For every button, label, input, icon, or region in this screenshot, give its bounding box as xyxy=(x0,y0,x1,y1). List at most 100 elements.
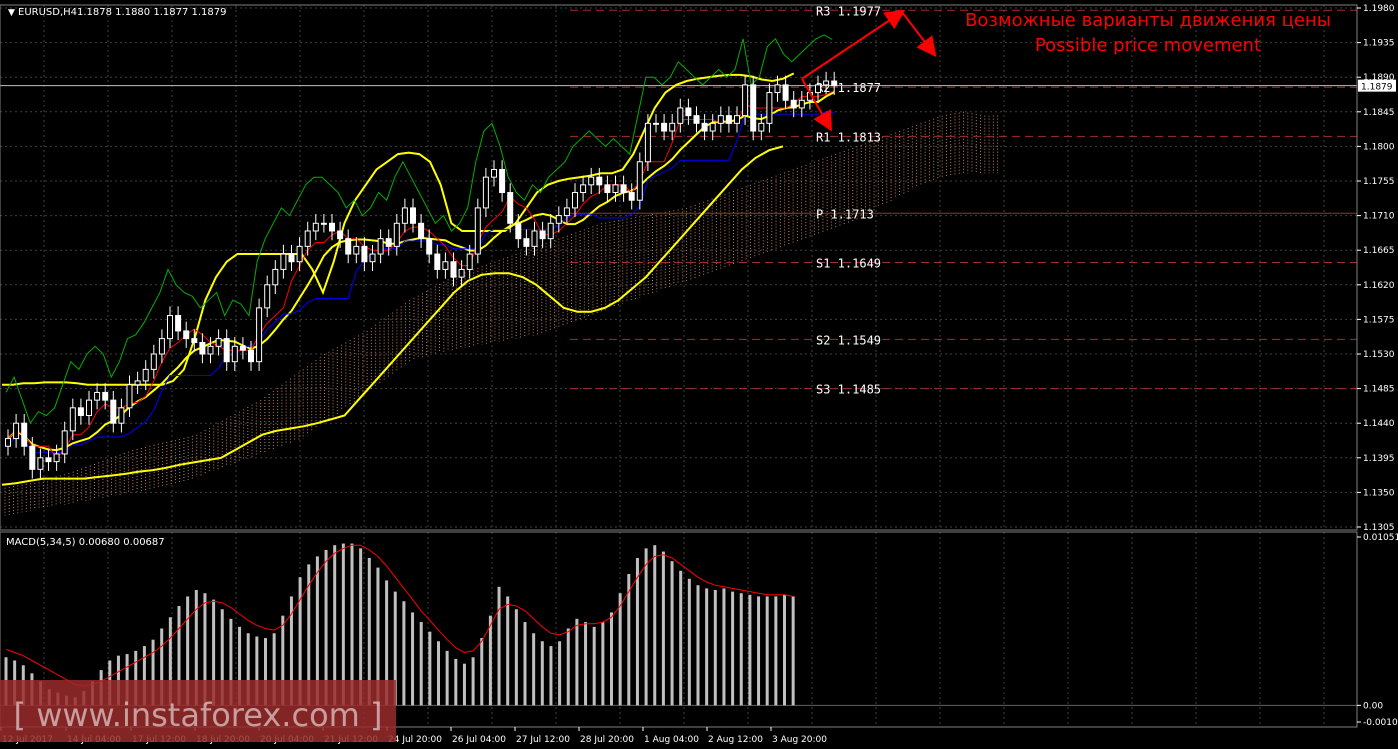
macd-bar xyxy=(454,658,458,706)
candle-bull xyxy=(653,122,659,125)
y-tick-label: 1.1665 xyxy=(1363,246,1395,256)
macd-bar xyxy=(679,570,683,706)
candle-bull xyxy=(580,184,587,194)
candle-bear xyxy=(329,222,335,232)
candle-bear xyxy=(450,261,457,278)
candle-bull xyxy=(588,176,595,186)
candle-bull xyxy=(401,207,408,224)
candle-bull xyxy=(669,122,676,132)
candle-bear xyxy=(426,238,433,255)
candle-bull xyxy=(442,261,449,270)
candle-bear xyxy=(29,445,36,470)
pivot-label: S1 1.1649 xyxy=(816,257,881,271)
candle-bull xyxy=(377,238,384,255)
x-tick-label: 2 Aug 12:00 xyxy=(708,735,763,745)
candle-bull xyxy=(742,84,749,117)
y-tick-label: 1.1620 xyxy=(1363,281,1395,291)
candle-bull xyxy=(823,80,830,86)
pivot-label: R3 1.1977 xyxy=(816,4,881,18)
macd-bar xyxy=(506,596,510,706)
candle-bull xyxy=(798,99,805,109)
candle-bear xyxy=(499,168,506,194)
y-tick-label: 1.1530 xyxy=(1363,350,1395,360)
candle-bear xyxy=(831,80,838,87)
candle-bear xyxy=(661,122,668,132)
macd-bar xyxy=(419,622,423,706)
macd-bar xyxy=(575,618,579,706)
candle-bear xyxy=(248,349,254,363)
pivot-label: S3 1.1485 xyxy=(816,383,881,397)
macd-bar xyxy=(428,631,432,706)
candle-bear xyxy=(77,407,84,417)
candle-bear xyxy=(434,253,441,270)
pivot-label: P 1.1713 xyxy=(816,207,874,221)
macd-bar xyxy=(497,586,501,706)
candle-bull xyxy=(815,84,821,94)
macd-bar xyxy=(437,641,440,706)
macd-bar xyxy=(783,594,786,706)
candle-bear xyxy=(223,338,230,363)
candle-bull xyxy=(296,245,303,263)
x-tick-label: 3 Aug 20:00 xyxy=(772,735,827,745)
candle-bull xyxy=(547,222,554,240)
candle-bull xyxy=(320,222,327,225)
menu-triangle-icon[interactable]: ▼ xyxy=(8,8,15,18)
candle-bull xyxy=(13,422,20,440)
candle-bear xyxy=(515,222,522,240)
macd-bar xyxy=(765,596,769,706)
annotation-ru: Возможные варианты движения цены xyxy=(965,10,1331,31)
candle-bear xyxy=(685,107,692,117)
x-tick-label: 26 Jul 04:00 xyxy=(452,735,506,745)
candle-bull xyxy=(94,391,101,401)
candle-bear xyxy=(620,184,627,194)
trading-chart[interactable]: R3 1.1977R2 1.1877R1 1.1813P 1.1713S1 1.… xyxy=(0,0,1398,749)
macd-bar xyxy=(731,591,735,706)
candle-bear xyxy=(110,399,117,424)
candle-bull xyxy=(118,407,125,424)
symbol-label: EURUSD,H4 xyxy=(18,7,77,18)
candle-bear xyxy=(345,238,352,255)
macd-bar xyxy=(696,585,700,706)
y-tick-label: 1.1350 xyxy=(1363,488,1395,498)
candle-bull xyxy=(555,215,562,224)
macd-bar xyxy=(445,650,449,706)
y-tick-label: 1.1305 xyxy=(1363,523,1395,533)
macd-bar xyxy=(653,545,657,706)
candle-bull xyxy=(758,122,765,132)
candle-bull xyxy=(734,115,740,124)
candle-bull xyxy=(61,430,68,455)
y-tick-label: 1.1395 xyxy=(1363,454,1395,464)
candle-bull xyxy=(774,84,781,94)
macd-bar xyxy=(748,594,752,706)
macd-bar xyxy=(488,615,492,706)
candle-bear xyxy=(199,341,206,355)
watermark-text: [ www.instaforex.com ] xyxy=(14,696,383,734)
candle-bull xyxy=(677,107,684,124)
ohlc-label: 1.1878 1.1880 1.1877 1.1879 xyxy=(77,7,227,18)
candle-bull xyxy=(312,222,319,232)
candle-bear xyxy=(596,176,603,186)
macd-bar xyxy=(462,663,466,706)
candle-bull xyxy=(466,253,473,270)
candle-bull xyxy=(158,338,165,355)
candle-bear xyxy=(523,238,530,247)
macd-bar xyxy=(635,557,639,706)
macd-bar xyxy=(687,578,691,706)
candle-bear xyxy=(750,84,757,132)
candle-bull xyxy=(264,284,271,309)
macd-bar xyxy=(566,628,570,706)
macd-bar xyxy=(540,641,544,706)
candle-bear xyxy=(183,330,190,340)
macd-bar xyxy=(705,588,709,706)
macd-bar xyxy=(558,641,562,706)
macd-bar xyxy=(532,633,536,706)
candle-bull xyxy=(766,92,773,124)
candle-bull xyxy=(531,230,538,247)
x-tick-label: 1 Aug 04:00 xyxy=(644,735,699,745)
macd-y-tick-label: 0.01051 xyxy=(1363,533,1398,543)
candle-bull xyxy=(482,176,489,209)
candle-bear xyxy=(604,184,611,194)
candle-bear xyxy=(337,230,344,240)
candle-bear xyxy=(102,391,109,401)
macd-bar xyxy=(722,588,726,706)
